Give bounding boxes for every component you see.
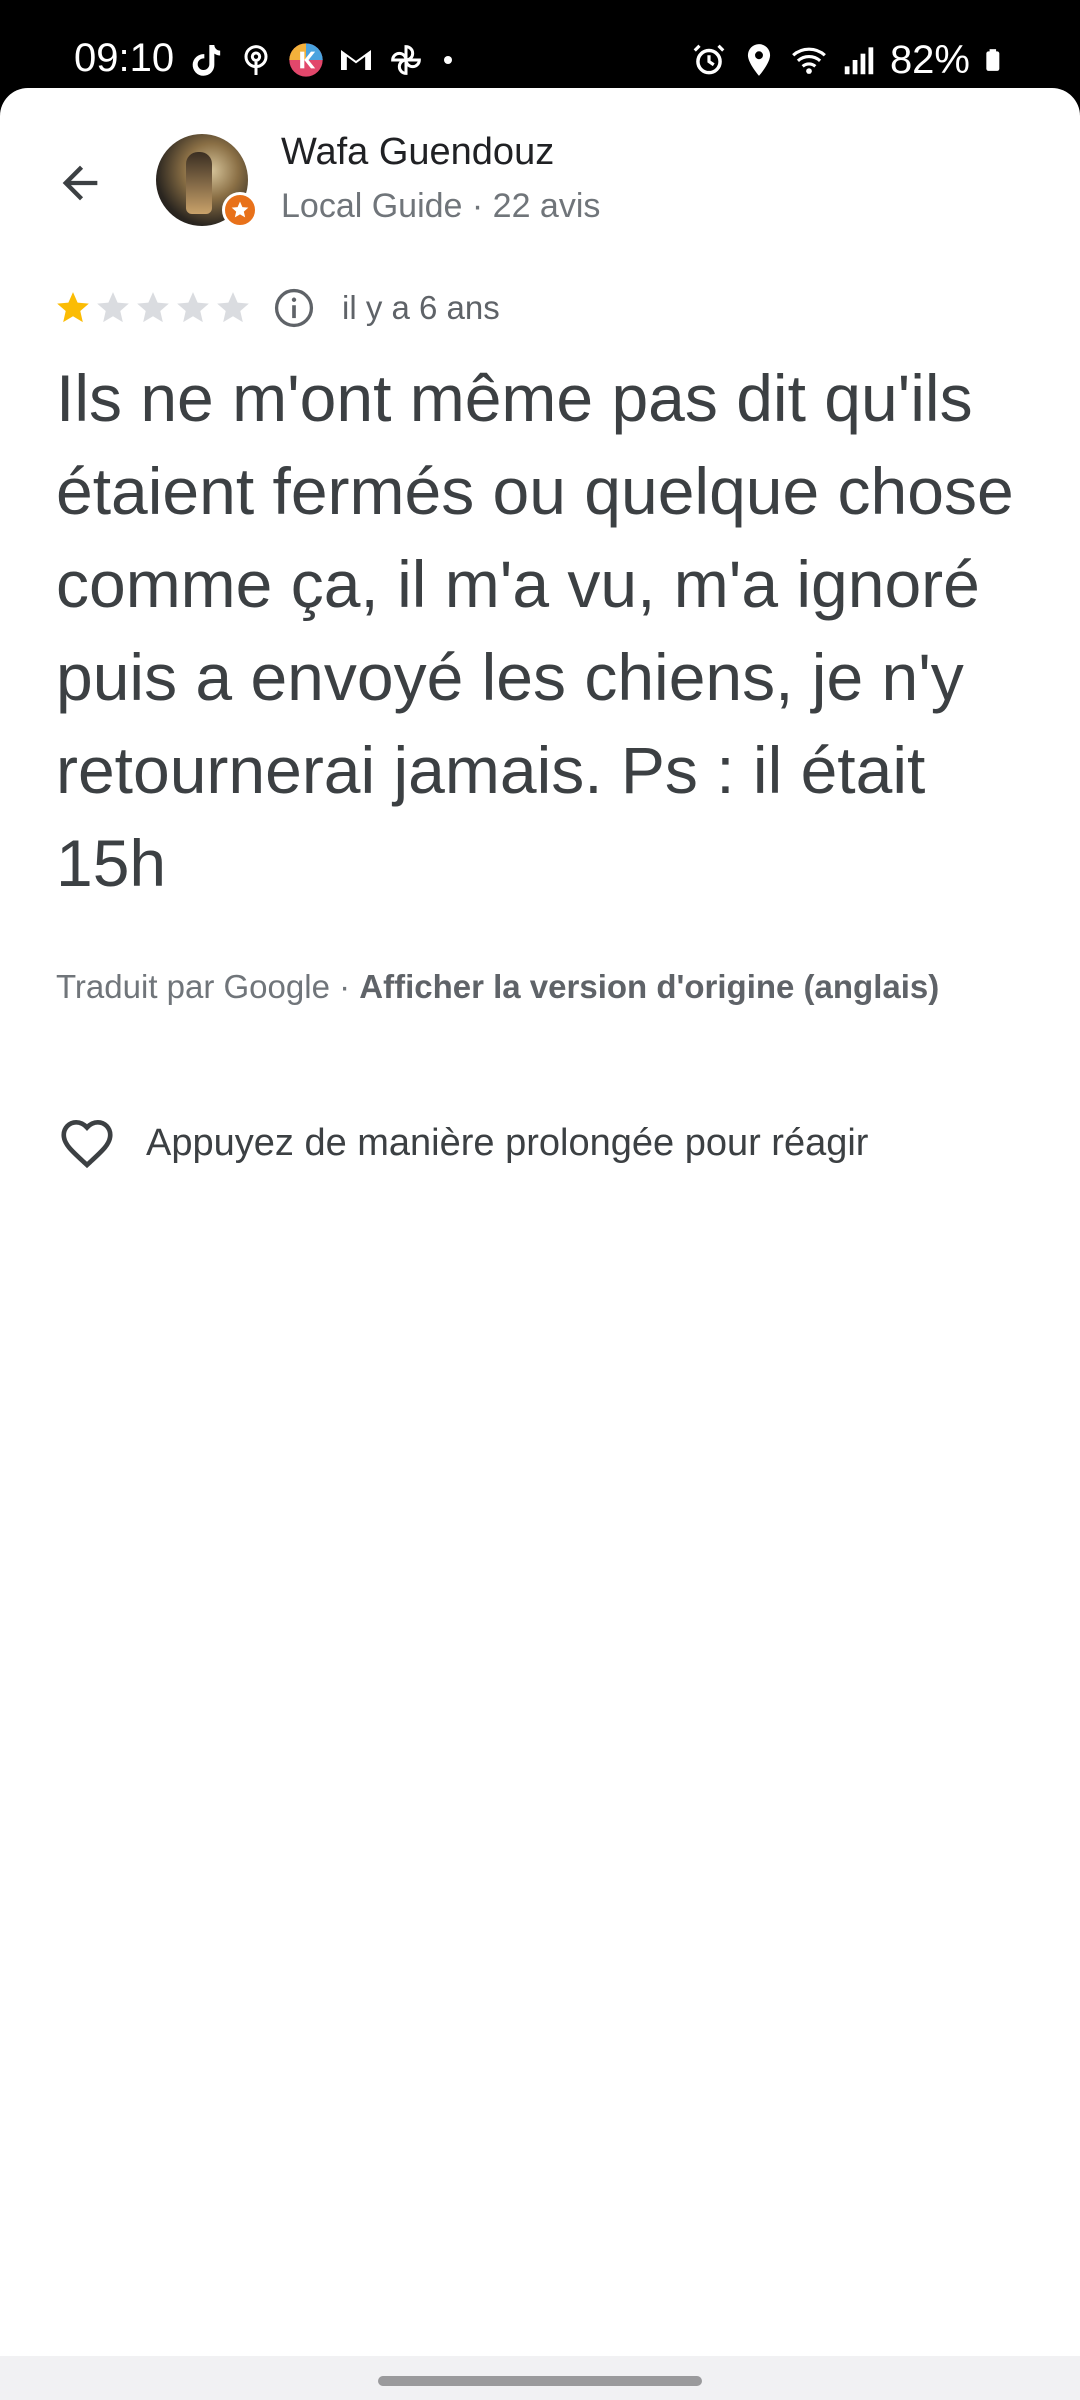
star-empty-icon xyxy=(137,292,169,323)
star-rating xyxy=(54,289,252,327)
dot-icon xyxy=(444,56,452,64)
rating-row: il y a 6 ans xyxy=(54,286,500,330)
location-icon xyxy=(747,44,771,76)
review-date: il y a 6 ans xyxy=(342,289,500,326)
back-button[interactable] xyxy=(40,143,120,223)
star-empty-icon xyxy=(97,292,129,323)
review-detail-screen: Wafa Guendouz Local Guide · 22 avis il y… xyxy=(0,88,1080,2356)
battery-percentage: 82% xyxy=(889,38,970,82)
system-status-icons: 82% xyxy=(690,36,1008,84)
reviewer-name[interactable]: Wafa Guendouz xyxy=(281,130,554,174)
heart-outline-icon xyxy=(61,1120,113,1169)
reviewer-avatar[interactable] xyxy=(156,134,258,228)
star-empty-icon xyxy=(177,292,209,323)
wifi-icon xyxy=(792,47,826,74)
status-time: 09:10 xyxy=(74,36,175,80)
pinwheel-icon xyxy=(391,45,421,75)
tiktok-icon xyxy=(192,45,221,76)
avatar-photo-figure xyxy=(186,152,212,214)
star-filled-icon xyxy=(57,292,89,323)
show-original-link[interactable]: Afficher la version d'origine (anglais) xyxy=(359,968,939,1005)
battery-icon xyxy=(986,49,1000,71)
translated-by-label: Traduit par Google · xyxy=(56,968,360,1005)
translation-row: Traduit par Google · Afficher la version… xyxy=(56,966,939,1008)
review-text: Ils ne m'ont même pas dit qu'ils étaient… xyxy=(56,361,1014,900)
react-label: Appuyez de manière prolongée pour réagir xyxy=(146,1121,869,1164)
star-empty-icon xyxy=(217,292,249,323)
status-bar: 09:10 82% xyxy=(0,0,1080,88)
navigation-bar xyxy=(0,2356,1080,2400)
app-icon xyxy=(289,43,323,77)
reviewer-meta: Local Guide · 22 avis xyxy=(281,187,601,225)
signal-icon xyxy=(844,47,874,75)
gmail-icon xyxy=(341,50,371,70)
arrow-left-icon xyxy=(62,165,98,201)
alarm-icon xyxy=(693,44,725,75)
react-button[interactable]: Appuyez de manière prolongée pour réagir xyxy=(56,1112,868,1174)
info-icon[interactable] xyxy=(272,286,316,330)
notification-icons xyxy=(186,38,460,82)
gesture-handle[interactable] xyxy=(378,2376,702,2386)
star-badge-icon xyxy=(222,192,258,228)
podcast-icon xyxy=(244,45,268,75)
